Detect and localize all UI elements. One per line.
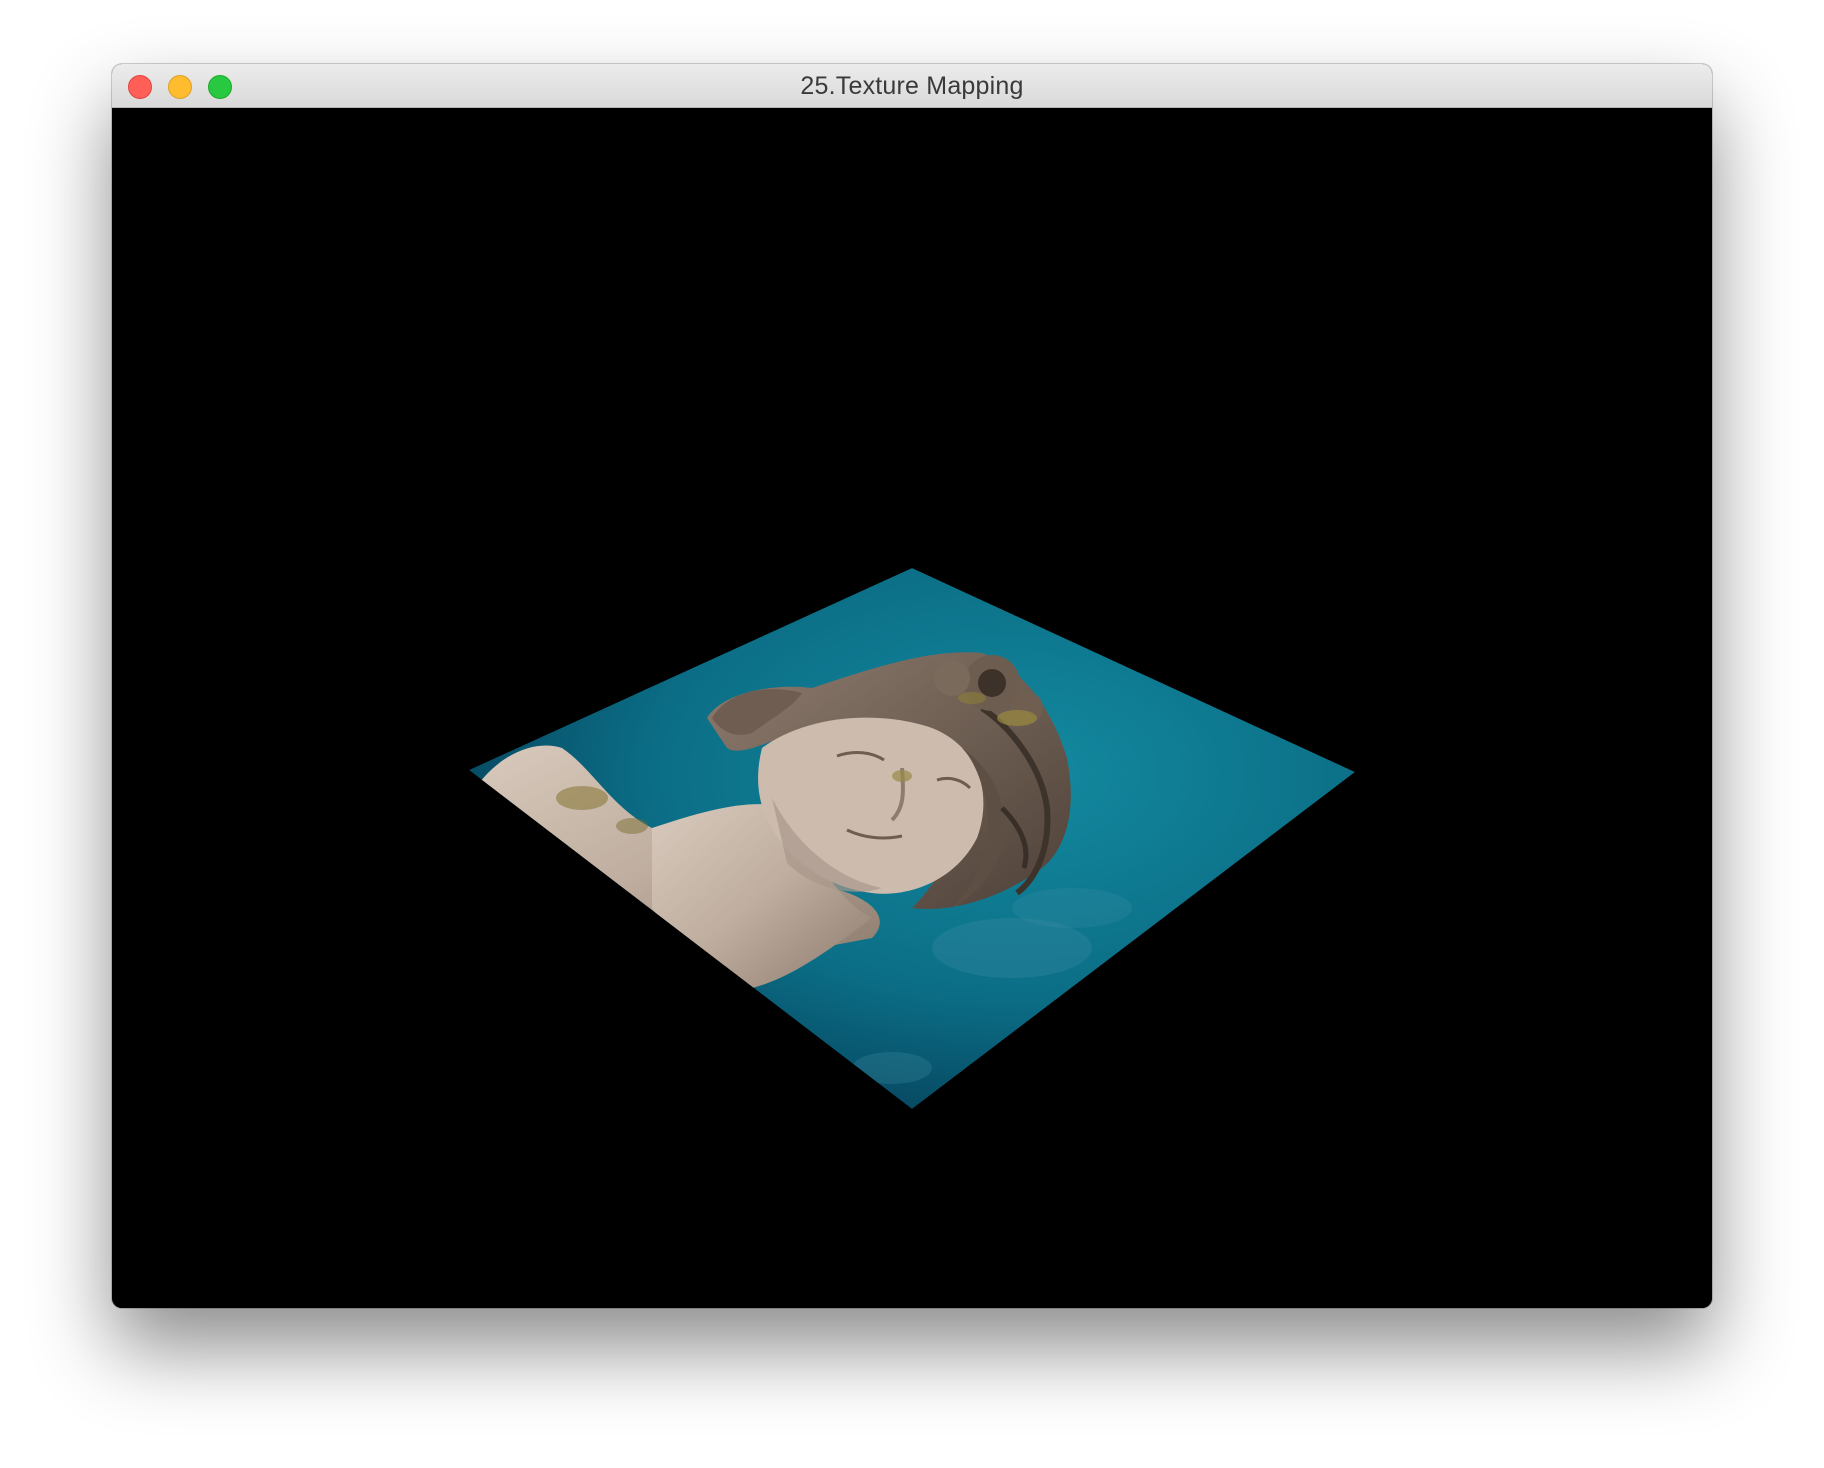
textured-quad bbox=[469, 568, 1355, 1109]
title-bar[interactable]: 25.Texture Mapping bbox=[112, 64, 1712, 108]
render-viewport[interactable] bbox=[112, 108, 1712, 1308]
window-title: 25.Texture Mapping bbox=[800, 72, 1024, 100]
texture-quad-render bbox=[469, 568, 1355, 1109]
app-window: 25.Texture Mapping bbox=[112, 64, 1712, 1308]
desktop-background: 25.Texture Mapping bbox=[0, 0, 1824, 1468]
